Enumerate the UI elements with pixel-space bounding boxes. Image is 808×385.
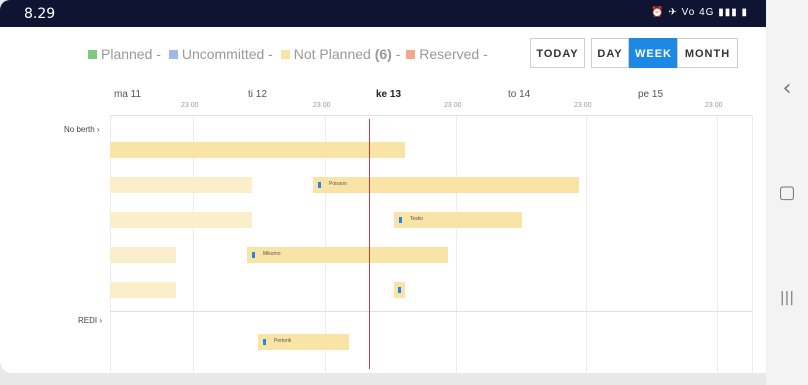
grid-line <box>586 115 587 373</box>
legend-planned: Planned - <box>88 46 161 62</box>
chevron-right-icon: › <box>96 125 100 134</box>
time-tick: 23 00 <box>444 102 462 109</box>
day-label-wed: ke 13 <box>376 89 402 100</box>
back-icon[interactable]: ‹ <box>766 76 808 101</box>
legend-uncommitted: Uncommitted - <box>168 46 273 62</box>
grid-line <box>752 115 753 373</box>
android-nav-bar: ‹ ▢ ||| <box>766 0 808 385</box>
day-label-tue: ti 12 <box>248 89 267 100</box>
app-screen: Planned - Uncommitted - Not Planned (6) … <box>0 27 766 373</box>
current-time-line <box>369 119 370 369</box>
time-tick: 23 00 <box>705 102 723 109</box>
legend-reserved: Reserved - <box>406 46 488 62</box>
day-label-thu: to 14 <box>508 89 531 100</box>
booking-bar[interactable]: Poisson <box>313 177 579 193</box>
status-marker <box>399 217 402 223</box>
status-time: 8.29 <box>24 6 56 22</box>
chevron-right-icon: › <box>99 316 103 325</box>
booking-bar[interactable] <box>110 247 176 263</box>
grid-line <box>456 115 457 373</box>
uncommitted-swatch <box>168 49 178 59</box>
status-marker <box>263 339 266 345</box>
booking-bar[interactable] <box>110 142 405 158</box>
week-view-button[interactable]: WEEK <box>629 38 678 68</box>
booking-bar[interactable] <box>394 282 405 298</box>
booking-bar[interactable]: Tesko <box>394 212 522 228</box>
status-icons: ⏰ ✈ Vo 4G ▮▮▮ ▮ <box>651 7 748 18</box>
booking-bar[interactable] <box>110 212 252 228</box>
section-no-berth[interactable]: No berth › <box>64 125 100 134</box>
legend: Planned - Uncommitted - Not Planned (6) … <box>88 46 488 62</box>
day-view-button[interactable]: DAY <box>591 38 629 68</box>
month-view-button[interactable]: MONTH <box>677 38 738 68</box>
status-bar: 8.29 ⏰ ✈ Vo 4G ▮▮▮ ▮ <box>0 0 766 27</box>
time-tick: 23 00 <box>574 102 592 109</box>
legend-not-planned: Not Planned (6) - <box>280 46 400 62</box>
grid-line <box>717 115 718 373</box>
booking-bar[interactable]: Mikomo <box>247 247 448 263</box>
status-marker <box>398 287 401 293</box>
status-marker <box>318 182 321 188</box>
section-divider <box>110 311 752 312</box>
time-tick: 23 00 <box>313 102 331 109</box>
home-icon[interactable]: ▢ <box>766 182 808 203</box>
header-divider <box>110 115 752 116</box>
day-label-mon: ma 11 <box>114 89 142 100</box>
section-redi[interactable]: REDI › <box>78 316 102 325</box>
day-label-fri: pe 15 <box>638 89 664 100</box>
booking-bar[interactable] <box>110 282 176 298</box>
reserved-swatch <box>406 49 416 59</box>
booking-bar[interactable] <box>110 177 252 193</box>
planned-swatch <box>88 49 97 59</box>
time-tick: 23 00 <box>181 102 199 109</box>
today-button[interactable]: TODAY <box>530 38 585 68</box>
status-marker <box>252 252 255 258</box>
recents-icon[interactable]: ||| <box>766 290 808 306</box>
not-planned-swatch <box>280 49 290 59</box>
booking-bar[interactable]: Pertorik <box>258 334 349 350</box>
